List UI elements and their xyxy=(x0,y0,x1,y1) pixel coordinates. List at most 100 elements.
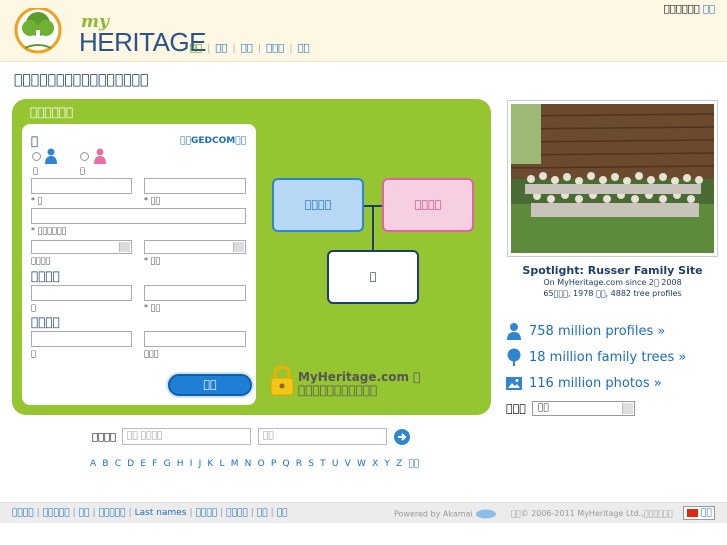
first-name-label: *   xyxy=(31,196,43,205)
photo-icon xyxy=(506,377,522,390)
email-label: *        xyxy=(31,226,67,235)
alphabet-letter[interactable]: P xyxy=(271,459,276,469)
alphabet-letter[interactable]: X xyxy=(372,459,378,469)
footer-language-button[interactable]:    xyxy=(683,506,715,520)
nav-item-3[interactable]:    xyxy=(241,43,253,54)
tree-logo-icon xyxy=(14,8,62,54)
page-title:                  xyxy=(14,72,149,88)
tree-father-box:      xyxy=(272,178,364,232)
alphabet-letter[interactable]: S xyxy=(308,459,314,469)
footer-link[interactable]:      xyxy=(196,508,218,518)
footer-link[interactable]:    xyxy=(277,508,288,518)
footer-separator: | xyxy=(36,508,40,518)
country-select[interactable] xyxy=(144,240,246,254)
father-first-label:   xyxy=(31,303,36,312)
spotlight-photo[interactable] xyxy=(507,100,718,257)
alphabet-letter[interactable]: K xyxy=(207,459,213,469)
alphabet-letter[interactable]: I xyxy=(190,459,193,469)
alphabet-letter[interactable]: G xyxy=(164,459,171,469)
male-label:   xyxy=(33,166,38,175)
male-radio[interactable] xyxy=(32,152,41,161)
search-go-button[interactable] xyxy=(394,429,410,445)
logo-heritage-text: HERITAGE xyxy=(79,27,206,57)
alphabet-letter[interactable]: B xyxy=(102,459,108,469)
alphabet-letter[interactable]: E xyxy=(140,459,146,469)
nav-item-home[interactable]:    xyxy=(190,43,202,54)
copyright:   © 2006-2011 MyHeritage Ltd.,       xyxy=(511,509,673,518)
last-name-input[interactable] xyxy=(144,178,246,194)
alphabet-letter[interactable]: N xyxy=(245,459,252,469)
alphabet-letter[interactable]: T xyxy=(320,459,326,469)
alphabet-letter[interactable]: J xyxy=(199,459,202,469)
footer-links:      |       |    |       | Last names |      |     … xyxy=(12,508,288,518)
mother-first-label:   xyxy=(31,349,36,358)
father-last-input[interactable] xyxy=(144,285,246,301)
alphabet-letter[interactable]: M xyxy=(231,459,239,469)
stat-profiles-label: 758 million profiles » xyxy=(529,324,666,339)
alphabet-letter[interactable]: Y xyxy=(384,459,390,469)
dropdown-arrow-icon xyxy=(119,242,130,252)
alphabet-letter[interactable]: A xyxy=(90,459,96,469)
footer-language-label:    xyxy=(701,508,712,518)
alphabet-letter[interactable]: H xyxy=(177,459,184,469)
alphabet-letter[interactable]: Q xyxy=(283,459,290,469)
search-label:      xyxy=(92,432,117,443)
mother-last-input[interactable] xyxy=(144,331,246,347)
search-first-name-input[interactable]:         xyxy=(122,428,251,445)
father-heading:      xyxy=(31,269,60,283)
tree-me-box:   xyxy=(327,250,419,304)
alphabet-letter[interactable]: W xyxy=(357,459,366,469)
spotlight-title[interactable]: Spotlight: Russer Family Site xyxy=(507,264,718,277)
footer-separator: | xyxy=(270,508,274,518)
father-first-input[interactable] xyxy=(31,285,132,301)
footer-separator: | xyxy=(72,508,76,518)
alphabet-letter[interactable]: D xyxy=(127,459,134,469)
alphabet-letter[interactable]: Z xyxy=(396,459,402,469)
footer-link[interactable]:       xyxy=(43,508,70,518)
alphabet-letter[interactable]: U xyxy=(332,459,339,469)
email-input[interactable] xyxy=(31,208,246,224)
language-select-value:    xyxy=(538,403,549,413)
footer-link[interactable]:    xyxy=(257,508,268,518)
nav-item-5[interactable]:    xyxy=(298,43,310,54)
akamai-logo-icon xyxy=(476,509,497,519)
gedcom-import-link[interactable]:   GEDCOM   xyxy=(180,136,246,146)
alphabet-letter[interactable]: R xyxy=(296,459,302,469)
privacy-line-2:             xyxy=(298,383,378,397)
alphabet-letter[interactable]: C xyxy=(115,459,121,469)
language-select[interactable]:    xyxy=(532,401,635,416)
start-button[interactable]:    xyxy=(168,374,252,396)
footer-separator: | xyxy=(220,508,224,518)
female-label:   xyxy=(80,166,85,175)
mother-last-label:     xyxy=(144,349,159,358)
footer-link[interactable]:    xyxy=(79,508,90,518)
footer-link[interactable]:      xyxy=(226,508,248,518)
alphabet-letter[interactable]: F xyxy=(152,459,157,469)
nav-item-2[interactable]:    xyxy=(215,43,227,54)
alphabet-letter[interactable]: V xyxy=(345,459,351,469)
footer-bar:      |       |    |       | Last names |      |     … xyxy=(0,502,727,523)
footer-link[interactable]: Last names xyxy=(135,508,187,518)
mother-first-input[interactable] xyxy=(31,331,132,347)
search-last-name-input[interactable]:    xyxy=(258,428,387,445)
alphabet-letter[interactable]:    xyxy=(408,459,419,469)
mother-heading:      xyxy=(31,315,60,329)
spotlight-stats: 65   , 1978   , 4882 tree profiles xyxy=(543,289,682,298)
panel-title:        xyxy=(30,105,74,119)
alphabet-letter[interactable]: L xyxy=(220,459,225,469)
first-name-input[interactable] xyxy=(31,178,132,194)
footer-separator: | xyxy=(128,508,132,518)
last-name-label: *    xyxy=(144,196,161,205)
footer-link[interactable]:      xyxy=(12,508,34,518)
dropdown-arrow-icon xyxy=(233,242,244,252)
myheritage-logo[interactable]: my HERITAGE xyxy=(11,8,206,57)
language-link[interactable]:    xyxy=(703,4,715,15)
alphabet-letter[interactable]: O xyxy=(258,459,265,469)
birth-year-select[interactable] xyxy=(31,240,132,254)
nav-item-4[interactable]:     xyxy=(266,43,284,54)
tree-mother-box:      xyxy=(382,178,474,232)
language-prompt:        xyxy=(663,4,700,15)
female-radio[interactable] xyxy=(80,152,89,161)
akamai-text: Powered by Akamai xyxy=(394,509,473,519)
footer-link[interactable]:       xyxy=(99,508,126,518)
